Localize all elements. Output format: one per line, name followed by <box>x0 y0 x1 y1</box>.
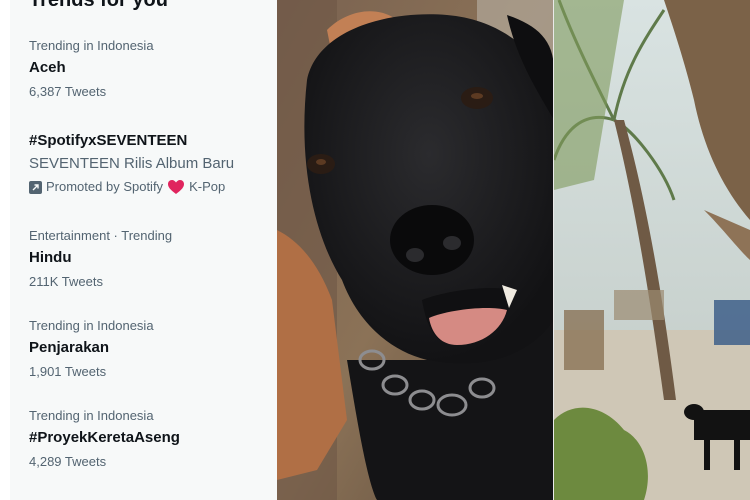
trend-count: 6,387 Tweets <box>29 84 107 99</box>
trend-item[interactable]: Entertainment · Trending Hindu 211K Twee… <box>29 228 269 290</box>
heart-icon <box>167 179 185 195</box>
trend-item-promoted[interactable]: #SpotifyxSEVENTEEN SEVENTEEN Rilis Album… <box>29 131 269 195</box>
trend-name: Penjarakan <box>29 339 110 356</box>
trend-meta: Trending in Indonesia <box>29 318 154 333</box>
trend-meta: Trending in Indonesia <box>29 408 154 423</box>
dog-photo <box>277 0 554 500</box>
trend-item[interactable]: Trending in Indonesia Aceh 6,387 Tweets <box>29 38 269 100</box>
trend-meta: Trending in Indonesia <box>29 38 154 53</box>
promoted-icon <box>29 180 42 194</box>
beach-photo <box>554 0 750 500</box>
trend-name: #SpotifyxSEVENTEEN <box>29 132 188 149</box>
promoted-tag: K-Pop <box>189 179 226 194</box>
trends-panel: Trends for you Trending in Indonesia Ace… <box>10 0 277 500</box>
panel-title: Trends for you <box>29 0 168 11</box>
trend-name: Aceh <box>29 59 66 76</box>
trend-item[interactable]: Trending in Indonesia Penjarakan 1,901 T… <box>29 318 269 380</box>
promoted-line: Promoted by Spotify K-Pop <box>29 179 269 195</box>
trend-count: 211K Tweets <box>29 274 103 289</box>
trend-description: SEVENTEEN Rilis Album Baru <box>29 155 235 172</box>
trend-meta: Entertainment · Trending <box>29 228 173 243</box>
trend-name: Hindu <box>29 249 72 266</box>
promoted-label: Promoted by Spotify <box>46 179 164 194</box>
trend-count: 4,289 Tweets <box>29 454 107 469</box>
trend-count: 1,901 Tweets <box>29 364 107 379</box>
trend-name: #ProyekKeretaAseng <box>29 429 180 446</box>
trend-item[interactable]: Trending in Indonesia #ProyekKeretaAseng… <box>29 408 269 470</box>
